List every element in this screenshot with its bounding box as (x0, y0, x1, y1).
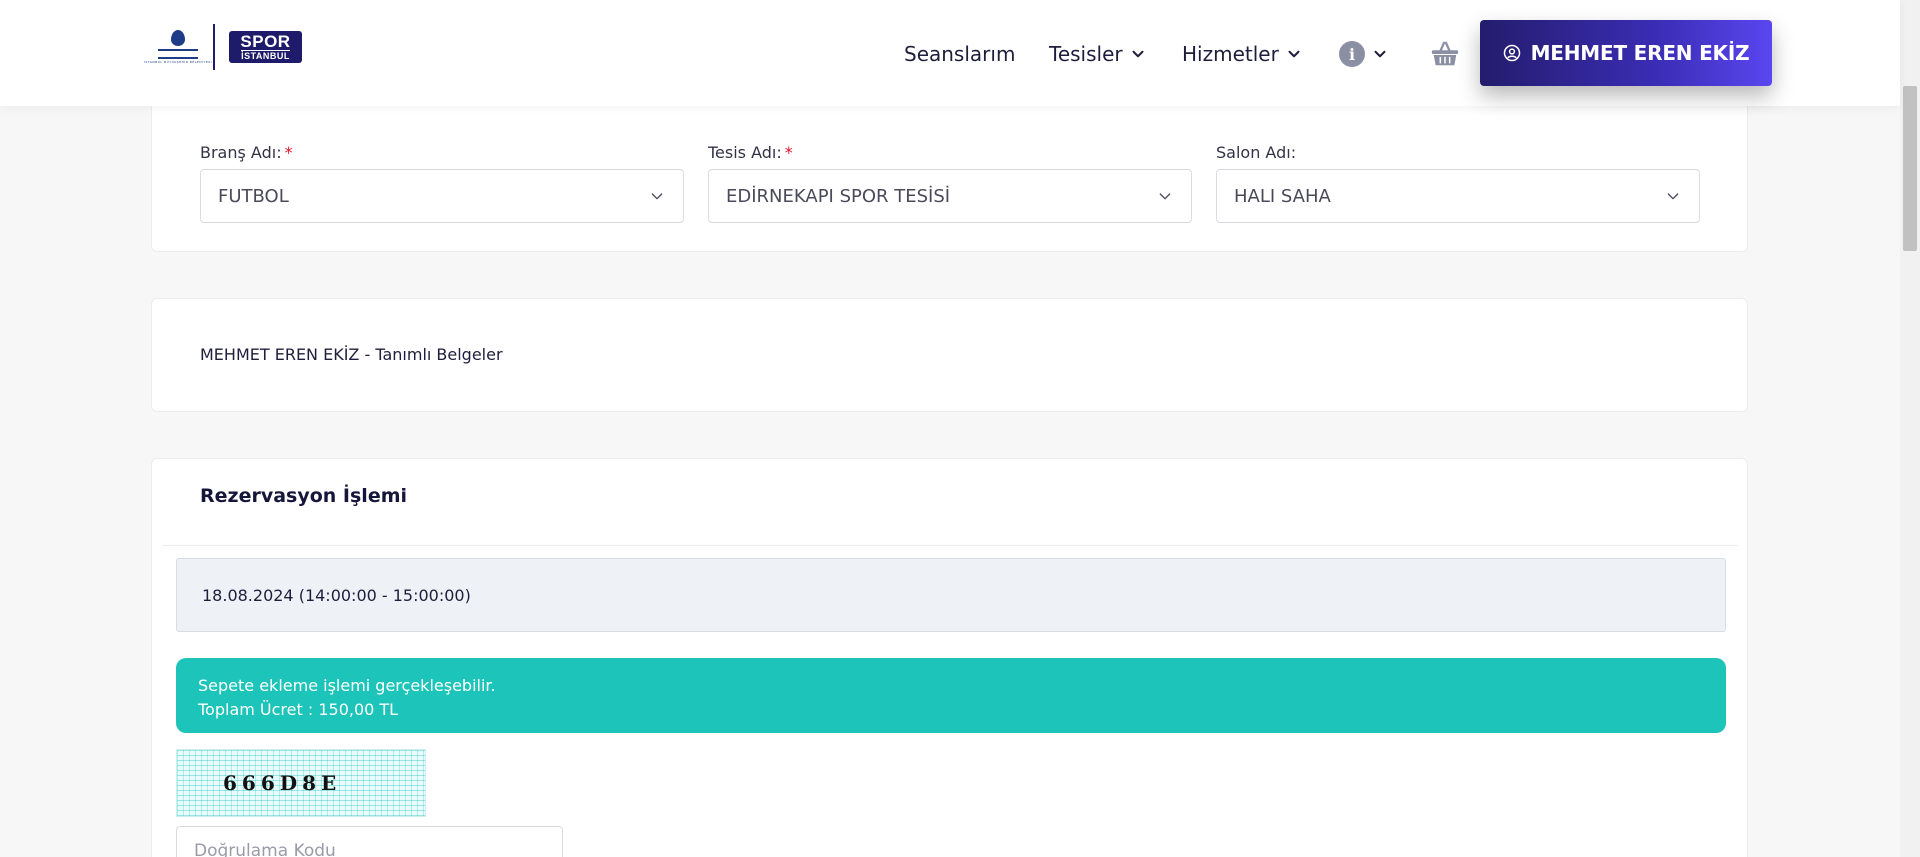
salon-select-value: HALI SAHA (1234, 185, 1331, 207)
alert-message: Sepete ekleme işlemi gerçekleşebilir. (198, 676, 496, 695)
page-scrollbar[interactable] (1900, 0, 1920, 857)
salon-select[interactable]: HALI SAHA (1216, 169, 1700, 223)
verification-code-input[interactable] (176, 826, 563, 857)
documents-title: MEHMET EREN EKİZ - Tanımlı Belgeler (200, 345, 503, 364)
brans-select-value: FUTBOL (218, 185, 289, 207)
reservation-card: Rezervasyon İşlemi 18.08.2024 (14:00:00 … (151, 458, 1748, 857)
selected-slot: 18.08.2024 (14:00:00 - 15:00:00) (176, 558, 1726, 632)
cart-button[interactable] (1430, 39, 1460, 69)
spor-istanbul-logo: SPOR İSTANBUL (229, 31, 302, 63)
brans-label-text: Branş Adı: (200, 143, 282, 162)
user-circle-icon (1503, 44, 1520, 62)
nav-info-dropdown[interactable]: i (1339, 41, 1389, 67)
captcha-image: 666D8E (176, 749, 426, 817)
site-logo[interactable]: İSTANBUL BÜYÜKŞEHİR BELEDİYESİ SPOR İSTA… (144, 22, 302, 72)
documents-card: MEHMET EREN EKİZ - Tanımlı Belgeler (151, 298, 1748, 412)
ibb-logo-text: İSTANBUL BÜYÜKŞEHİR BELEDİYESİ (143, 60, 213, 64)
divider (163, 545, 1738, 546)
logo-divider (213, 24, 215, 70)
salon-field: Salon Adı: HALI SAHA (1216, 143, 1700, 223)
salon-label: Salon Adı: (1216, 143, 1700, 162)
chevron-down-icon (1374, 50, 1386, 58)
required-marker: * (784, 143, 793, 162)
tesis-label: Tesis Adı: * (708, 143, 1192, 162)
brans-select[interactable]: FUTBOL (200, 169, 684, 223)
selected-slot-text: 18.08.2024 (14:00:00 - 15:00:00) (202, 585, 471, 605)
nav-hizmetler-label: Hizmetler (1182, 42, 1279, 66)
logo-spor-text: SPOR (240, 32, 291, 51)
nav-hizmetler[interactable]: Hizmetler (1182, 42, 1303, 66)
tesis-select-value: EDİRNEKAPI SPOR TESİSİ (726, 185, 951, 207)
tesis-field: Tesis Adı: * EDİRNEKAPI SPOR TESİSİ (708, 143, 1192, 223)
success-alert: Sepete ekleme işlemi gerçekleşebilir. To… (176, 658, 1726, 733)
basket-icon (1431, 41, 1459, 66)
salon-label-text: Salon Adı: (1216, 143, 1297, 162)
chevron-down-icon (1159, 193, 1171, 200)
nav-tesisler[interactable]: Tesisler (1049, 42, 1147, 66)
scrollbar-thumb[interactable] (1903, 86, 1917, 251)
nav-seanslarim[interactable]: Seanslarım (904, 42, 1015, 66)
nav-tesisler-label: Tesisler (1049, 42, 1123, 66)
tesis-label-text: Tesis Adı: (708, 143, 782, 162)
filter-card: Branş Adı: * FUTBOL Tesis Adı: * EDİRNEKAP… (151, 92, 1748, 252)
captcha-text: 666D8E (223, 771, 342, 795)
chevron-down-icon (1667, 193, 1679, 200)
chevron-down-icon (1288, 50, 1300, 58)
nav-seanslarim-label: Seanslarım (904, 42, 1016, 66)
alert-total-price: Toplam Ücret : 150,00 TL (198, 700, 399, 719)
user-name-label: MEHMET EREN EKİZ (1530, 41, 1750, 65)
chevron-down-icon (1132, 50, 1144, 58)
brans-field: Branş Adı: * FUTBOL (200, 143, 684, 223)
ibb-logo-icon: İSTANBUL BÜYÜKŞEHİR BELEDİYESİ (144, 22, 212, 72)
top-navbar: İSTANBUL BÜYÜKŞEHİR BELEDİYESİ SPOR İSTA… (0, 0, 1900, 106)
logo-istanbul-text: İSTANBUL (241, 50, 290, 61)
info-icon: i (1339, 41, 1365, 67)
required-marker: * (284, 143, 293, 162)
user-profile-button[interactable]: MEHMET EREN EKİZ (1480, 20, 1772, 86)
reservation-title: Rezervasyon İşlemi (200, 485, 408, 507)
tesis-select[interactable]: EDİRNEKAPI SPOR TESİSİ (708, 169, 1192, 223)
brans-label: Branş Adı: * (200, 143, 684, 162)
chevron-down-icon (651, 193, 663, 200)
